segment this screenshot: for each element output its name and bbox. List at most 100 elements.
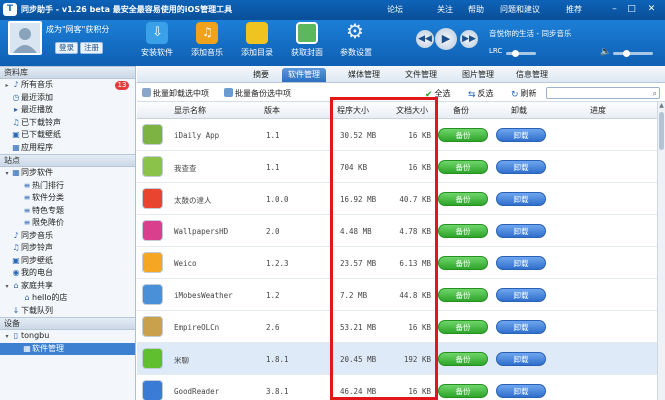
sidebar-item[interactable]: ▦应用程序: [0, 142, 135, 155]
scroll-up-icon[interactable]: ▲: [658, 102, 665, 109]
close-icon[interactable]: ✕: [645, 3, 658, 16]
add-folder-button[interactable]: 添加目录: [229, 22, 285, 58]
install-software-button[interactable]: ⇩ 安装软件: [129, 22, 185, 58]
vertical-scrollbar[interactable]: ▲: [657, 102, 665, 400]
table-row[interactable]: 我查查 1.1 704 KB 16 KB 备份 卸载: [137, 151, 657, 183]
uninstall-button[interactable]: 卸载: [496, 288, 546, 302]
table-row[interactable]: Weico 1.2.3 23.57 MB 6.13 MB 备份 卸载: [137, 247, 657, 279]
backup-button[interactable]: 备份: [438, 384, 488, 398]
table-row[interactable]: iMobesWeather 1.2 7.2 MB 44.8 KB 备份 卸载: [137, 279, 657, 311]
uninstall-button[interactable]: 卸载: [496, 192, 546, 206]
search-input[interactable]: ⌕: [546, 87, 660, 99]
next-icon[interactable]: ▶▶: [460, 30, 478, 48]
tab[interactable]: 信息管理: [510, 68, 554, 82]
sidebar-item[interactable]: ▾ ▯ tongbu: [0, 330, 135, 343]
backup-button[interactable]: 备份: [438, 128, 488, 142]
backup-button[interactable]: 备份: [438, 256, 488, 270]
sidebar-item[interactable]: ◉ 我的电台: [0, 267, 135, 280]
sidebar-item[interactable]: ♫同步铃声: [0, 242, 135, 255]
batch-backup-button[interactable]: 批量备份选中项: [224, 88, 291, 99]
uninstall-button[interactable]: 卸载: [496, 128, 546, 142]
bell-icon: ♫: [12, 243, 20, 252]
sidebar-item[interactable]: ◷ 最近添加: [0, 92, 135, 105]
column-header-uninstall: 卸载: [511, 106, 527, 115]
table-row[interactable]: GoodReader 3.8.1 46.24 MB 16 KB 备份 卸载: [137, 375, 657, 400]
sidebar-item[interactable]: ↓ 下载队列: [0, 305, 135, 318]
sidebar-item[interactable]: ♫已下载铃声: [0, 117, 135, 130]
backup-button[interactable]: 备份: [438, 192, 488, 206]
sidebar-item[interactable]: ⌂ hello的店: [0, 292, 135, 305]
progress-slider[interactable]: [506, 50, 536, 57]
sidebar-item[interactable]: ▸ 最近播放: [0, 104, 135, 117]
sidebar-item[interactable]: ≡ 限免降价: [0, 217, 135, 230]
sidebar-item[interactable]: ▣已下载壁纸: [0, 129, 135, 142]
music-note-icon: ♪: [13, 230, 19, 240]
column-header-version[interactable]: 版本: [264, 105, 280, 116]
uninstall-button[interactable]: 卸载: [496, 320, 546, 334]
app-icon: [142, 220, 163, 241]
install-icon: ⇩: [146, 22, 168, 44]
tab[interactable]: 摘要: [247, 68, 275, 82]
sidebar-item[interactable]: ▦软件管理: [0, 342, 135, 355]
follow-link[interactable]: 关注: [437, 4, 453, 15]
login-button[interactable]: 登录: [55, 42, 78, 54]
play-icon[interactable]: ▶: [435, 28, 457, 50]
sidebar-item[interactable]: ≡ 软件分类: [0, 192, 135, 205]
app-name: 米聊: [174, 356, 189, 365]
table-row[interactable]: 米聊 1.8.1 20.45 MB 192 KB 备份 卸载: [137, 343, 657, 375]
settings-button[interactable]: ⚙ 参数设置: [328, 19, 384, 58]
invert-selection-button[interactable]: ⇆ 反选: [468, 88, 494, 100]
backup-button[interactable]: 备份: [438, 288, 488, 302]
app-logo: T: [3, 3, 17, 16]
avatar[interactable]: [8, 21, 42, 55]
tab[interactable]: 图片管理: [456, 68, 500, 82]
table-row[interactable]: iDaily App 1.1 30.52 MB 16 KB 备份 卸载: [137, 119, 657, 151]
feedback-link[interactable]: 问题和建议: [500, 4, 540, 15]
app-name: 我查查: [174, 164, 197, 173]
get-cover-button[interactable]: 获取封面: [279, 22, 335, 58]
uninstall-button[interactable]: 卸载: [496, 352, 546, 366]
tab[interactable]: 软件管理: [282, 68, 326, 82]
sidebar-item[interactable]: ▾ ▦同步软件: [0, 167, 135, 180]
tab[interactable]: 文件管理: [399, 68, 443, 82]
gear-icon: ⚙: [346, 19, 364, 43]
uninstall-button[interactable]: 卸载: [496, 160, 546, 174]
previous-icon[interactable]: ◀◀: [416, 30, 434, 48]
add-music-button[interactable]: ♫ 添加音乐: [179, 22, 235, 58]
minimize-icon[interactable]: –: [608, 3, 621, 16]
column-header-app-size[interactable]: 程序大小: [337, 105, 369, 116]
column-header-name[interactable]: 显示名称: [174, 105, 206, 116]
backup-button[interactable]: 备份: [438, 160, 488, 174]
select-all-button[interactable]: ✔ 全选: [425, 88, 451, 100]
forum-link[interactable]: 论坛: [387, 4, 403, 15]
sidebar-item[interactable]: ▣同步壁纸: [0, 255, 135, 268]
backup-button[interactable]: 备份: [438, 224, 488, 238]
register-button[interactable]: 注册: [80, 42, 103, 54]
backup-button[interactable]: 备份: [438, 320, 488, 334]
uninstall-button[interactable]: 卸载: [496, 384, 546, 398]
sidebar-item[interactable]: ♪ 同步音乐: [0, 230, 135, 243]
batch-uninstall-button[interactable]: 批量卸载选中项: [142, 88, 209, 99]
sidebar-item-label: 已下载铃声: [21, 117, 61, 127]
recommend-link[interactable]: 推荐: [566, 4, 582, 15]
column-header-doc-size[interactable]: 文档大小: [396, 105, 428, 116]
sidebar-item[interactable]: ≡ 特色专题: [0, 205, 135, 218]
table-row[interactable]: EmpireOLCn 2.6 53.21 MB 16 KB 备份 卸载: [137, 311, 657, 343]
sidebar-item[interactable]: ▾ ⌂ 家庭共享: [0, 280, 135, 293]
volume-slider[interactable]: [613, 50, 653, 57]
now-playing-text: 音悦你的生活 - 同步音乐: [489, 29, 572, 38]
sidebar-item[interactable]: ▸ ♪ 所有音乐 13: [0, 79, 135, 92]
scroll-thumb[interactable]: [659, 112, 664, 150]
uninstall-button[interactable]: 卸载: [496, 224, 546, 238]
table-row[interactable]: WallpapersHD 2.0 4.48 MB 4.78 KB 备份 卸载: [137, 215, 657, 247]
help-link[interactable]: 帮助: [468, 4, 484, 15]
table-row[interactable]: 太鼓の達人 1.0.0 16.92 MB 40.7 KB 备份 卸载: [137, 183, 657, 215]
sidebar-item[interactable]: ≡ 热门排行: [0, 180, 135, 193]
refresh-button[interactable]: ↻ 刷新: [511, 88, 537, 100]
lrc-toggle[interactable]: LRC: [489, 47, 502, 55]
uninstall-button[interactable]: 卸载: [496, 256, 546, 270]
backup-button[interactable]: 备份: [438, 352, 488, 366]
volume-icon[interactable]: 🔈: [600, 47, 611, 57]
maximize-icon[interactable]: □: [625, 3, 638, 16]
tab[interactable]: 媒体管理: [342, 68, 386, 82]
